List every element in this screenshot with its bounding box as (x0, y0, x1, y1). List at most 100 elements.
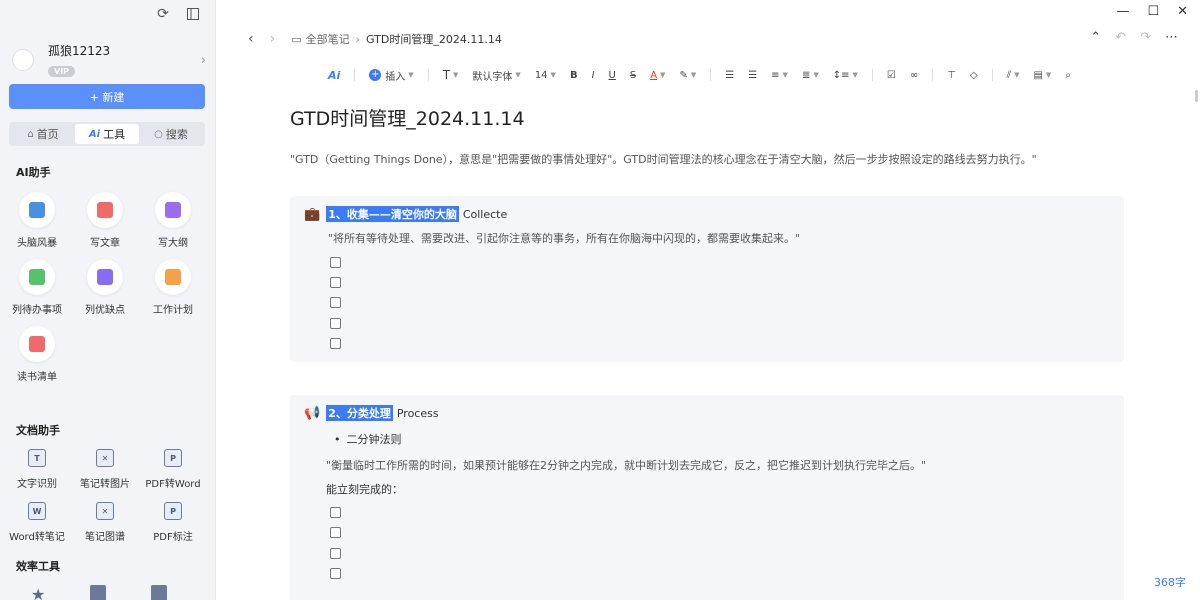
forward-arrow-icon[interactable]: › (270, 31, 276, 47)
todo-checkbox[interactable] (330, 527, 341, 538)
scrollbar[interactable] (1195, 90, 1198, 102)
link-icon[interactable]: ∞ (910, 70, 918, 81)
font-select[interactable]: 默认字体▼ (472, 68, 520, 83)
new-note-button[interactable]: + 新建 (9, 84, 205, 109)
strikethrough-icon[interactable]: S (630, 70, 636, 81)
user-profile[interactable]: 孤狼12123 VIP › (12, 40, 206, 80)
doc-tool-item[interactable]: PPDF转Word (142, 449, 204, 490)
chevron-down-icon: ▼ (691, 71, 696, 79)
collapse-sidebar-icon[interactable] (185, 6, 201, 22)
tool-label: 头脑风暴 (17, 234, 57, 249)
divider-button[interactable]: ⫽▼ (1007, 70, 1020, 81)
star-icon[interactable]: ★ (31, 585, 45, 600)
ai-tool-item[interactable]: 工作计划 (142, 259, 204, 316)
bullet-item[interactable]: 二分钟法则 (334, 431, 402, 447)
close-icon[interactable]: ✕ (1177, 4, 1188, 19)
document-title[interactable]: GTD时间管理_2024.11.14 (290, 104, 525, 131)
font-color-button[interactable]: A▼ (650, 70, 665, 81)
todo-checkbox[interactable] (330, 568, 341, 579)
tab-tools[interactable]: Ai工具 (75, 124, 139, 144)
italic-icon[interactable]: I (592, 70, 595, 81)
font-size-select[interactable]: 14▼ (535, 70, 556, 81)
intro-paragraph[interactable]: "GTD（Getting Things Done），意思是"把需要做的事情处理好… (290, 151, 1037, 167)
efficiency-section-title: 效率工具 (16, 558, 60, 574)
collapse-up-icon[interactable]: ⌃ (1090, 30, 1101, 45)
ai-tool-item[interactable]: 列优缺点 (74, 259, 136, 316)
tool-label: PDF标注 (153, 528, 192, 543)
pdf-annotate-icon: P (164, 502, 182, 520)
ocr-icon: T (28, 449, 46, 467)
text-style-button[interactable]: T▼ (443, 68, 459, 82)
chevron-down-icon: ▼ (783, 71, 788, 79)
sync-icon[interactable]: ⟳ (155, 6, 171, 22)
ai-tool-item[interactable]: 列待办事项 (6, 259, 68, 316)
divider-icon: ⫽ (1007, 70, 1011, 81)
section-heading[interactable]: 💼 1、收集——清空你的大脑 Collecte (304, 206, 507, 222)
pencil-icon (97, 202, 113, 218)
doc-tool-item[interactable]: P PDF标注 (142, 502, 204, 543)
list-icon (97, 269, 113, 285)
checkbox-icon[interactable]: ☑ (887, 70, 896, 81)
section-quote[interactable]: "衡量临时工作所需的时间，如果预计能够在2分钟之内完成，就中断计划去完成它，反之… (326, 457, 926, 473)
text-style-icon: T (443, 68, 450, 82)
tool-icon-wrap (19, 192, 55, 228)
chevron-down-icon: ▼ (408, 71, 413, 79)
ai-tool-item[interactable]: 写大纲 (142, 192, 204, 249)
todo-checkbox[interactable] (330, 257, 341, 268)
chevron-right-icon[interactable]: › (201, 53, 206, 68)
undo-icon[interactable]: ↶ (1115, 30, 1126, 45)
doc-tools-grid: T文字识别✕笔记转图片PPDF转Word WWord转笔记✕笔记图谱 P PDF标注 (6, 449, 210, 543)
plan-icon (165, 269, 181, 285)
align-button[interactable]: ≡▼ (771, 70, 788, 81)
todo-checkbox[interactable] (330, 507, 341, 518)
bold-icon[interactable]: B (570, 70, 578, 81)
line-spacing-button[interactable]: ↕≡▼ (833, 70, 858, 81)
todo-checkbox[interactable] (330, 548, 341, 559)
outline-icon (165, 202, 181, 218)
doc-tool-item[interactable]: T文字识别 (6, 449, 68, 490)
doc-tool-item[interactable]: WWord转笔记 (6, 502, 68, 543)
more-icon[interactable]: ⋯ (1165, 30, 1178, 45)
indent-button[interactable]: ≣▼ (802, 70, 819, 81)
ai-tool-item[interactable]: 写文章 (74, 192, 136, 249)
ai-tool-item[interactable]: 头脑风暴 (6, 192, 68, 249)
doc-tool-item[interactable]: ✕笔记图谱 (74, 502, 136, 543)
home-icon: ⌂ (27, 129, 33, 140)
note-to-image-icon: ✕ (96, 449, 114, 467)
find-icon[interactable]: ⌕ (1065, 70, 1071, 81)
breadcrumb-root[interactable]: 全部笔记 (306, 31, 350, 47)
translate-icon[interactable] (151, 585, 167, 600)
ai-assist-icon[interactable]: Ai (328, 69, 340, 82)
back-arrow-icon[interactable]: ‹ (248, 31, 254, 47)
sub-heading[interactable]: 能立刻完成的： (326, 481, 403, 497)
user-name: 孤狼12123 (48, 42, 110, 59)
chevron-down-icon: ▼ (551, 71, 556, 79)
tab-home[interactable]: ⌂首页 (11, 124, 75, 144)
format-painter-icon[interactable]: ⊤ (947, 70, 956, 81)
redo-icon[interactable]: ↷ (1140, 30, 1151, 45)
maximize-icon[interactable]: ☐ (1147, 4, 1159, 19)
highlighter-icon: ✎ (679, 70, 687, 81)
minimize-icon[interactable]: — (1116, 4, 1129, 19)
template-button[interactable]: ▤▼ (1033, 70, 1051, 81)
todo-checkbox[interactable] (330, 318, 341, 329)
doc-tool-item[interactable]: ✕笔记转图片 (74, 449, 136, 490)
todo-checkbox[interactable] (330, 338, 341, 349)
ordered-list-icon[interactable]: ☰ (725, 70, 734, 81)
highlight-button[interactable]: ✎▼ (679, 70, 696, 81)
todo-checkbox[interactable] (330, 297, 341, 308)
avatar[interactable] (12, 49, 34, 71)
tab-search[interactable]: ○搜索 (139, 124, 203, 144)
bullet-list-icon[interactable]: ☰ (748, 70, 757, 81)
todo-checkbox[interactable] (330, 277, 341, 288)
insert-button[interactable]: +插入▼ (369, 68, 413, 83)
section-heading[interactable]: 📢 2、分类处理 Process (304, 405, 439, 421)
megaphone-icon: 📢 (304, 406, 320, 421)
vip-badge: VIP (48, 66, 75, 77)
section-quote[interactable]: "将所有等待处理、需要改进、引起你注意等的事务，所有在你脑海中闪现的，都需要收集… (328, 230, 800, 246)
underline-icon[interactable]: U (609, 70, 616, 81)
eraser-icon[interactable]: ◇ (970, 70, 978, 81)
table-icon[interactable] (90, 585, 106, 600)
ai-tool-item[interactable]: 读书清单 (6, 326, 68, 383)
tool-label: 列优缺点 (85, 301, 125, 316)
